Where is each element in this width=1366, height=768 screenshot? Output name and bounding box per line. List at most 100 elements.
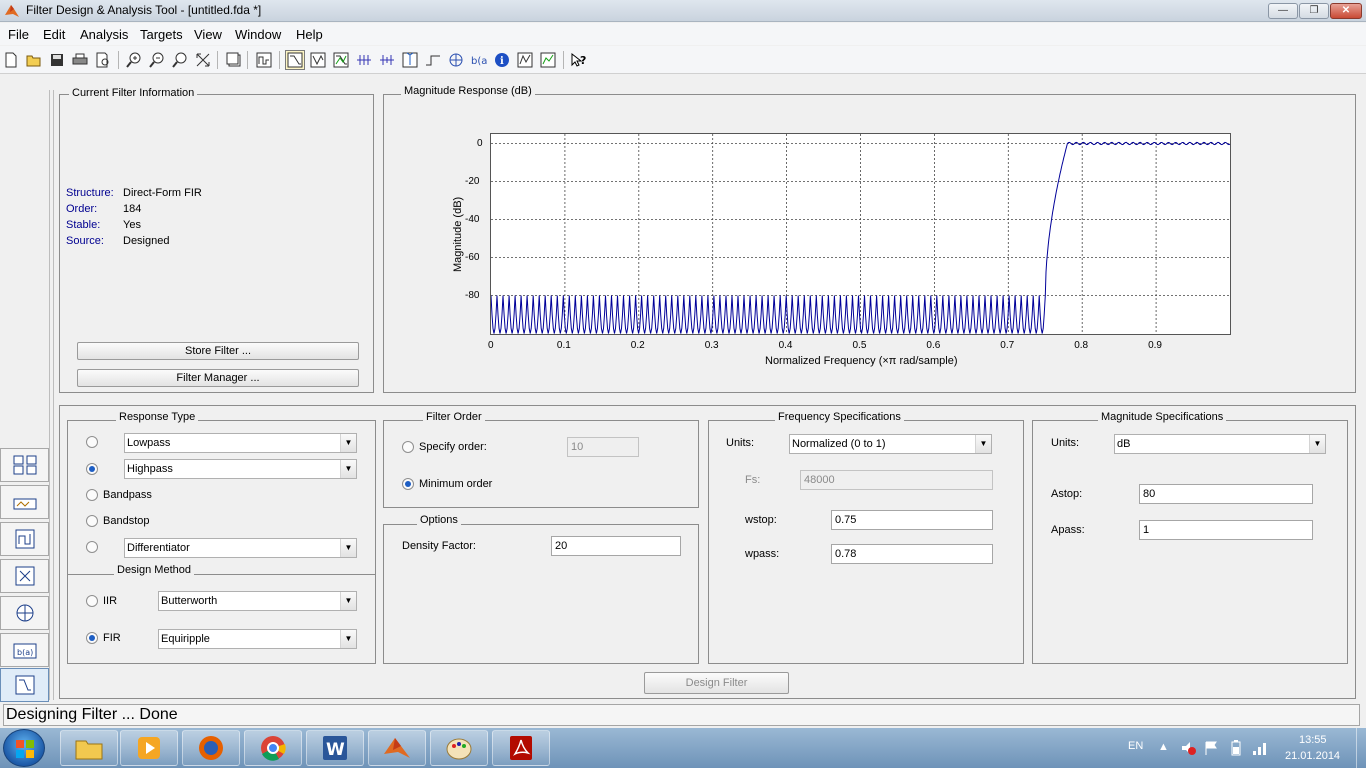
menu-help[interactable]: Help xyxy=(296,27,323,42)
filter-spec-icon[interactable] xyxy=(254,50,274,70)
magnitude-estimate-icon[interactable] xyxy=(538,50,558,70)
create-multirate-icon[interactable] xyxy=(0,485,49,519)
differentiator-select[interactable]: Differentiator ▼ xyxy=(124,538,357,558)
design-method-title: Design Method xyxy=(114,564,194,576)
show-desktop-button[interactable] xyxy=(1356,728,1366,768)
volume-muted-icon[interactable] xyxy=(1180,740,1196,756)
clock-date[interactable]: 21.01.2014 xyxy=(1285,750,1340,762)
pole-zero-icon[interactable] xyxy=(446,50,466,70)
maximize-button[interactable]: ❐ xyxy=(1299,3,1329,19)
action-center-flag-icon[interactable] xyxy=(1203,740,1219,756)
chrome-icon[interactable] xyxy=(244,730,302,766)
wpass-input[interactable]: 0.78 xyxy=(831,544,993,564)
lowpass-select[interactable]: Lowpass ▼ xyxy=(124,433,357,453)
print-preview-icon[interactable] xyxy=(93,50,113,70)
group-delay-icon[interactable] xyxy=(354,50,374,70)
phase-response-icon[interactable] xyxy=(308,50,328,70)
highpass-select[interactable]: Highpass ▼ xyxy=(124,459,357,479)
mag-phase-icon[interactable] xyxy=(331,50,351,70)
x-tick-label: 0.2 xyxy=(630,340,645,351)
minimum-order-radio[interactable] xyxy=(402,478,414,490)
print-icon[interactable] xyxy=(70,50,90,70)
filter-manager-button[interactable]: Filter Manager ... xyxy=(77,369,359,387)
lowpass-radio[interactable] xyxy=(86,436,98,448)
structure-label: Structure: xyxy=(66,187,114,199)
magnitude-specs-title: Magnitude Specifications xyxy=(1098,411,1227,423)
window-title: Filter Design & Analysis Tool - [untitle… xyxy=(26,3,262,17)
transform-filter-icon[interactable] xyxy=(0,448,49,482)
specify-order-radio[interactable] xyxy=(402,441,414,453)
fs-input[interactable]: 48000 xyxy=(800,470,993,490)
filter-info-icon[interactable]: i xyxy=(492,50,512,70)
start-button[interactable] xyxy=(3,729,45,767)
design-filter-icon[interactable] xyxy=(0,668,49,702)
media-player-icon[interactable] xyxy=(120,730,178,766)
options-title: Options xyxy=(417,514,461,526)
magnitude-response-icon[interactable] xyxy=(285,50,305,70)
coefficients-icon[interactable]: b(a) xyxy=(469,50,489,70)
fir-radio[interactable] xyxy=(86,632,98,644)
menu-analysis[interactable]: Analysis xyxy=(80,27,128,42)
minimize-button[interactable]: — xyxy=(1268,3,1298,19)
round-off-noise-icon[interactable] xyxy=(515,50,535,70)
network-icon[interactable] xyxy=(1251,739,1269,757)
design-filter-button[interactable]: Design Filter xyxy=(644,672,789,694)
wstop-input[interactable]: 0.75 xyxy=(831,510,993,530)
fir-method-select[interactable]: Equiripple ▼ xyxy=(158,629,357,649)
magnitude-plot[interactable] xyxy=(490,133,1231,335)
differentiator-radio[interactable] xyxy=(86,541,98,553)
astop-input[interactable]: 80 xyxy=(1139,484,1313,504)
mag-units-select[interactable]: dB ▼ xyxy=(1114,434,1326,454)
svg-text:W: W xyxy=(326,740,345,760)
realize-model-icon[interactable] xyxy=(0,522,49,556)
iir-label: IIR xyxy=(103,595,118,607)
tray-expand-icon[interactable]: ▲ xyxy=(1158,741,1169,753)
matlab-icon[interactable] xyxy=(368,730,426,766)
zoom-x-icon[interactable] xyxy=(170,50,190,70)
paint-icon[interactable] xyxy=(430,730,488,766)
density-factor-label: Density Factor: xyxy=(402,540,476,552)
menu-window[interactable]: Window xyxy=(235,27,281,42)
freq-units-label: Units: xyxy=(726,437,755,449)
zoom-in-icon[interactable] xyxy=(124,50,144,70)
specify-order-input[interactable]: 10 xyxy=(567,437,639,457)
x-tick-label: 0.5 xyxy=(852,340,867,351)
new-figure-icon[interactable] xyxy=(224,50,244,70)
export-filter-icon[interactable]: b(a) xyxy=(0,633,49,667)
whats-this-icon[interactable]: ? xyxy=(569,50,589,70)
open-folder-icon[interactable] xyxy=(24,50,44,70)
battery-icon[interactable] xyxy=(1228,739,1244,757)
store-filter-button[interactable]: Store Filter ... xyxy=(77,342,359,360)
minimum-order-label: Minimum order xyxy=(419,478,493,490)
menu-targets[interactable]: Targets xyxy=(140,27,183,42)
close-button[interactable]: ✕ xyxy=(1330,3,1362,19)
frequency-specs-title: Frequency Specifications xyxy=(775,411,904,423)
new-file-icon[interactable] xyxy=(1,50,21,70)
clock-time[interactable]: 13:55 xyxy=(1299,734,1327,746)
apass-input[interactable]: 1 xyxy=(1139,520,1313,540)
iir-method-select[interactable]: Butterworth ▼ xyxy=(158,591,357,611)
bandstop-radio[interactable] xyxy=(86,515,98,527)
import-filter-icon[interactable] xyxy=(0,559,49,593)
zoom-out-icon[interactable] xyxy=(147,50,167,70)
iir-radio[interactable] xyxy=(86,595,98,607)
impulse-response-icon[interactable] xyxy=(400,50,420,70)
freq-units-select[interactable]: Normalized (0 to 1) ▼ xyxy=(789,434,992,454)
acrobat-icon[interactable] xyxy=(492,730,550,766)
phase-delay-icon[interactable] xyxy=(377,50,397,70)
language-indicator[interactable]: EN xyxy=(1128,740,1143,752)
highpass-radio[interactable] xyxy=(86,463,98,475)
menu-view[interactable]: View xyxy=(194,27,222,42)
explorer-icon[interactable] xyxy=(60,730,118,766)
firefox-icon[interactable] xyxy=(182,730,240,766)
word-icon[interactable]: W xyxy=(306,730,364,766)
save-icon[interactable] xyxy=(47,50,67,70)
pole-zero-editor-icon[interactable] xyxy=(0,596,49,630)
bandpass-radio[interactable] xyxy=(86,489,98,501)
menu-edit[interactable]: Edit xyxy=(43,27,65,42)
menu-file[interactable]: File xyxy=(8,27,29,42)
svg-text:b(a): b(a) xyxy=(471,56,487,67)
density-factor-input[interactable]: 20 xyxy=(551,536,681,556)
full-view-icon[interactable] xyxy=(193,50,213,70)
step-response-icon[interactable] xyxy=(423,50,443,70)
